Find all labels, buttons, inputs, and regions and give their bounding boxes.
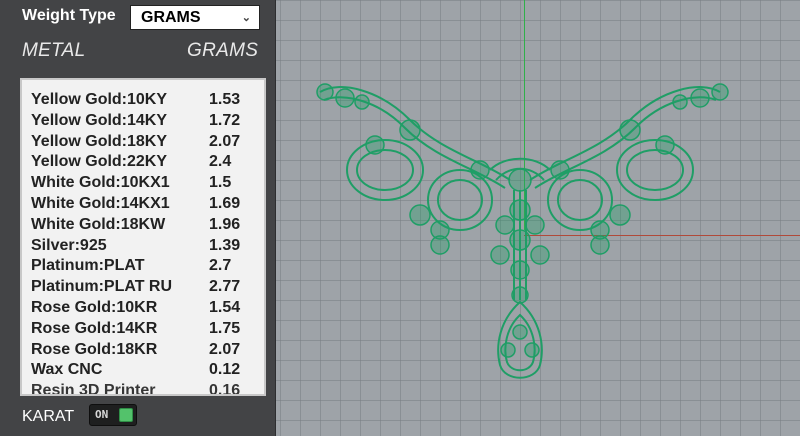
- weight-type-dropdown[interactable]: GRAMS ⌄: [130, 5, 260, 30]
- list-item: Resin 3D Printer 0.16: [31, 381, 241, 396]
- list-item: Rose Gold:10KR 1.54: [31, 298, 240, 319]
- list-item: Rose Gold:14KR 1.75: [31, 319, 240, 340]
- karat-label: KARAT: [22, 408, 75, 425]
- grams-value: 0.16: [209, 382, 241, 396]
- list-item: Yellow Gold:22KY 2.4: [31, 152, 240, 173]
- grams-value: 1.72: [209, 111, 241, 129]
- metal-weight-list[interactable]: Yellow Gold:10KY 1.53 Yellow Gold:14KY 1.7…: [20, 78, 266, 396]
- grams-value: 1.5: [209, 174, 232, 192]
- grams-value: 2.07: [209, 340, 241, 358]
- metal-name: Rose Gold:14KR: [31, 319, 158, 337]
- grams-value: 1.75: [209, 319, 241, 337]
- list-item: Wax CNC 0.12: [31, 360, 240, 381]
- metal-name: Rose Gold:10KR: [31, 298, 158, 316]
- grams-value: 1.39: [209, 236, 241, 254]
- karat-toggle[interactable]: ON: [89, 404, 137, 426]
- list-item: White Gold:10KX1 1.5: [31, 173, 240, 194]
- metal-name: Yellow Gold:22KY: [31, 153, 168, 171]
- weight-panel: Weight Type GRAMS ⌄ METAL GRAMS Yellow G…: [0, 0, 276, 436]
- list-item: Yellow Gold:18KY 2.07: [31, 132, 240, 153]
- grams-value: 0.12: [209, 361, 241, 379]
- chevron-down-icon: ⌄: [241, 12, 251, 24]
- grams-value: 1.96: [209, 215, 241, 233]
- list-item: White Gold:14KX1 1.69: [31, 194, 240, 215]
- grams-value: 1.69: [209, 194, 241, 212]
- list-item: Silver:925 1.39: [31, 236, 240, 257]
- metal-name: Yellow Gold:14KY: [31, 111, 168, 129]
- grams-value: 2.7: [209, 257, 232, 275]
- list-item: Platinum:PLAT 2.7: [31, 256, 240, 277]
- metal-name: Yellow Gold:18KY: [31, 132, 168, 150]
- list-item: Platinum:PLAT RU 2.77: [31, 277, 240, 298]
- metal-name: Wax CNC: [31, 361, 103, 379]
- metal-name: White Gold:10KX1: [31, 174, 170, 192]
- toggle-on-text: ON: [95, 408, 109, 421]
- grams-value: 1.53: [209, 91, 241, 108]
- weight-type-label: Weight Type: [22, 7, 116, 24]
- metal-column-header: METAL: [22, 40, 86, 61]
- grams-value: 2.4: [209, 153, 232, 171]
- toggle-knob: [119, 408, 133, 422]
- grams-column-header: GRAMS: [187, 40, 259, 61]
- necklace-wireframe-model[interactable]: [300, 70, 760, 390]
- list-item: Rose Gold:18KR 2.07: [31, 340, 240, 361]
- metal-name: Resin 3D Printer: [31, 382, 156, 396]
- grams-value: 2.07: [209, 132, 241, 150]
- metal-name: Yellow Gold:10KY: [31, 91, 168, 108]
- metal-name: White Gold:14KX1: [31, 194, 170, 212]
- metal-name: White Gold:18KW: [31, 215, 166, 233]
- grams-value: 1.54: [209, 298, 241, 316]
- metal-name: Rose Gold:18KR: [31, 340, 158, 358]
- grams-value: 2.77: [209, 278, 241, 296]
- metal-name: Platinum:PLAT RU: [31, 278, 173, 296]
- list-item: Yellow Gold:10KY 1.53: [31, 90, 240, 111]
- metal-name: Platinum:PLAT: [31, 257, 145, 275]
- list-item: Yellow Gold:14KY 1.72: [31, 111, 240, 132]
- weight-type-selected-value: GRAMS: [141, 9, 201, 26]
- list-item: White Gold:18KW 1.96: [31, 215, 240, 236]
- metal-name: Silver:925: [31, 236, 107, 254]
